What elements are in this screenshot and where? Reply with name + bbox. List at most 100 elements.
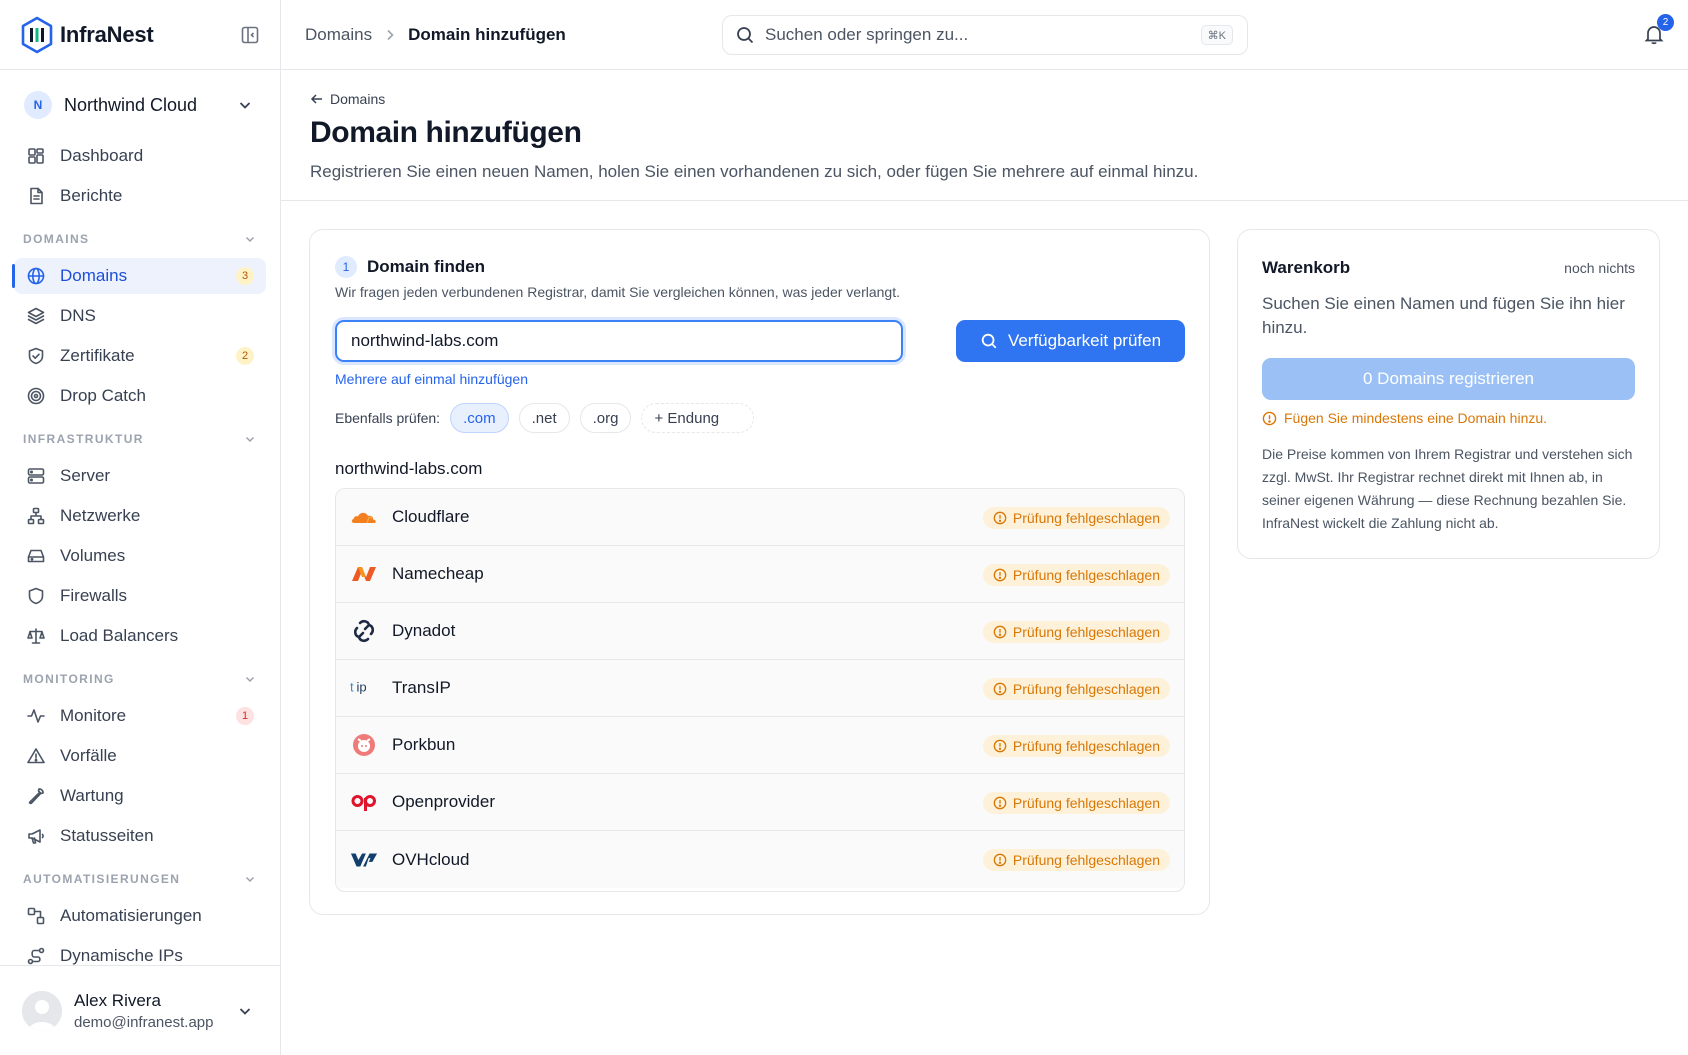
alert-circle-icon (993, 625, 1007, 639)
sidebar-item-drop-catch[interactable]: Drop Catch (14, 378, 266, 414)
tld-chip-org[interactable]: .org (579, 403, 632, 433)
registrar-name: Dynadot (392, 621, 456, 640)
search-shortcut: ⌘K (1200, 25, 1233, 45)
workflow-icon (27, 907, 45, 925)
org-switcher[interactable]: N Northwind Cloud (0, 70, 280, 140)
transip-logo: t ip (350, 675, 378, 701)
step-header: 1 Domain finden (335, 256, 485, 278)
sidebar-item-berichte[interactable]: Berichte (14, 178, 266, 214)
sidebar-item-label: DNS (60, 306, 96, 325)
sidebar-item-monitore[interactable]: Monitore 1 (14, 698, 266, 734)
page-header: Domains Domain hinzufügen Registrieren S… (281, 70, 1688, 201)
sidebar-item-domains[interactable]: Domains 3 (12, 258, 266, 294)
sidebar-item-label: Load Balancers (60, 626, 179, 645)
registrar-name: Cloudflare (392, 507, 470, 526)
sidebar-nav: Dashboard Berichte DOMAINS Domains 3 DNS Zerti… (0, 138, 280, 965)
registrar-name: OVHcloud (392, 849, 470, 869)
nav-section-header[interactable]: AUTOMATISIERUNGEN (0, 862, 280, 896)
registrar-row[interactable]: Openprovider Prüfung fehlgeschlagen (336, 774, 1184, 831)
notifications-button[interactable]: 2 (1642, 14, 1674, 46)
registrar-row[interactable]: Porkbun Prüfung fehlgeschlagen (336, 717, 1184, 774)
sidebar-item-label: Server (60, 466, 111, 485)
result-domain: northwind-labs.com (335, 459, 483, 478)
cart-description: Suchen Sie einen Namen und fügen Sie ihn… (1262, 294, 1625, 337)
step-title: Domain finden (367, 257, 486, 276)
svg-text:t: t (350, 680, 354, 695)
registrar-name: Namecheap (392, 564, 484, 583)
sidebar-item-zertifikate[interactable]: Zertifikate 2 (14, 338, 266, 374)
registrar-row[interactable]: Namecheap Prüfung fehlgeschlagen (336, 546, 1184, 603)
cart-card: Warenkorb noch nichts Suchen Sie einen N… (1237, 229, 1660, 559)
sidebar-collapse-icon[interactable] (240, 25, 260, 45)
sidebar-item-label: Dashboard (60, 146, 144, 165)
breadcrumb: Domains Domain hinzufügen (305, 25, 566, 45)
tld-chip-com[interactable]: .com (450, 403, 509, 433)
also-check-label: Ebenfalls prüfen: (335, 410, 441, 426)
registrar-name: TransIP (392, 678, 451, 697)
hard-drive-icon (27, 549, 45, 563)
search-input[interactable]: Suchen oder springen zu... ⌘K (722, 15, 1248, 55)
sidebar-item-netzwerke[interactable]: Netzwerke (14, 498, 266, 534)
domain-input[interactable] (335, 320, 903, 362)
breadcrumb-domains[interactable]: Domains (305, 25, 372, 45)
megaphone-icon (28, 829, 44, 844)
add-multiple-link[interactable]: Mehrere auf einmal hinzufügen (335, 371, 528, 387)
sidebar-item-dns[interactable]: DNS (14, 298, 266, 334)
chevron-down-icon (245, 676, 255, 683)
sidebar-item-dynamische-ips[interactable]: Dynamische IPs (14, 938, 266, 965)
sidebar-item-load-balancers[interactable]: Load Balancers (14, 618, 266, 654)
sidebar-item-volumes[interactable]: Volumes (14, 538, 266, 574)
registrar-row[interactable]: OVHcloud Prüfung fehlgeschlagen (336, 831, 1184, 888)
registrar-row[interactable]: Cloudflare Prüfung fehlgeschlagen (336, 489, 1184, 546)
sidebar-item-statusseiten[interactable]: Statusseiten (14, 818, 266, 854)
route-icon (27, 947, 45, 965)
namecheap-logo (350, 561, 378, 587)
sidebar-item-dashboard[interactable]: Dashboard (14, 138, 266, 174)
sidebar-item-server[interactable]: Server (14, 458, 266, 494)
register-domains-button[interactable]: 0 Domains registrieren (1262, 358, 1635, 400)
alert-circle-icon (993, 511, 1007, 525)
alert-circle-icon (1262, 411, 1277, 425)
tld-chip-net[interactable]: .net (518, 403, 570, 433)
ovhcloud-logo (350, 847, 378, 873)
dashboard-icon (28, 148, 44, 164)
registrar-row[interactable]: t ip TransIP Prüfung fehlgeschlagen (336, 660, 1184, 717)
registrar-row[interactable]: Dynadot Prüfung fehlgeschlagen (336, 603, 1184, 660)
back-link[interactable]: Domains (310, 91, 385, 107)
sidebar-item-wartung[interactable]: Wartung (14, 778, 266, 814)
count-badge: 3 (236, 267, 254, 285)
nav-section-header[interactable]: INFRASTRUKTUR (0, 422, 280, 456)
cloudflare-logo (350, 504, 378, 530)
check-availability-button[interactable]: Verfügbarkeit prüfen (956, 320, 1185, 362)
status-text: Prüfung fehlgeschlagen (1012, 510, 1160, 526)
alert-circle-icon (993, 568, 1007, 582)
shield-icon (28, 587, 44, 605)
nav-section-header[interactable]: DOMAINS (0, 222, 280, 256)
nav-section-title: INFRASTRUKTUR (23, 432, 144, 446)
server-icon (27, 468, 45, 484)
shield-check-icon (28, 347, 44, 365)
nav-section-title: AUTOMATISIERUNGEN (23, 872, 181, 886)
status-text: Prüfung fehlgeschlagen (1012, 852, 1160, 868)
status-badge: Prüfung fehlgeschlagen (982, 564, 1170, 586)
cart-title: Warenkorb (1262, 258, 1351, 277)
chevron-down-icon (239, 102, 251, 109)
status-badge: Prüfung fehlgeschlagen (982, 735, 1170, 757)
nav-section-header[interactable]: MONITORING (0, 662, 280, 696)
target-icon (27, 387, 45, 405)
sidebar-item-label: Berichte (60, 186, 123, 205)
registrar-results: Cloudflare Prüfung fehlgeschlagen Namech… (335, 488, 1185, 892)
sidebar-item-automatisierungen[interactable]: Automatisierungen (14, 898, 266, 934)
sidebar-item-label: Drop Catch (60, 386, 146, 405)
also-check-row: Ebenfalls prüfen: .com .net .org + Endun… (335, 403, 764, 433)
add-tld-button[interactable]: + Endung (641, 403, 755, 433)
sidebar-item-firewalls[interactable]: Firewalls (14, 578, 266, 614)
status-badge: Prüfung fehlgeschlagen (982, 507, 1170, 529)
user-menu[interactable]: Alex Rivera demo@infranest.app (0, 965, 280, 1055)
registrar-name: Porkbun (392, 735, 456, 754)
user-email: demo@infranest.app (74, 1013, 214, 1031)
activity-icon (27, 709, 45, 723)
report-icon (30, 187, 43, 205)
sidebar-item-vorf-lle[interactable]: Vorfälle (14, 738, 266, 774)
nav-section-title: MONITORING (23, 672, 115, 686)
